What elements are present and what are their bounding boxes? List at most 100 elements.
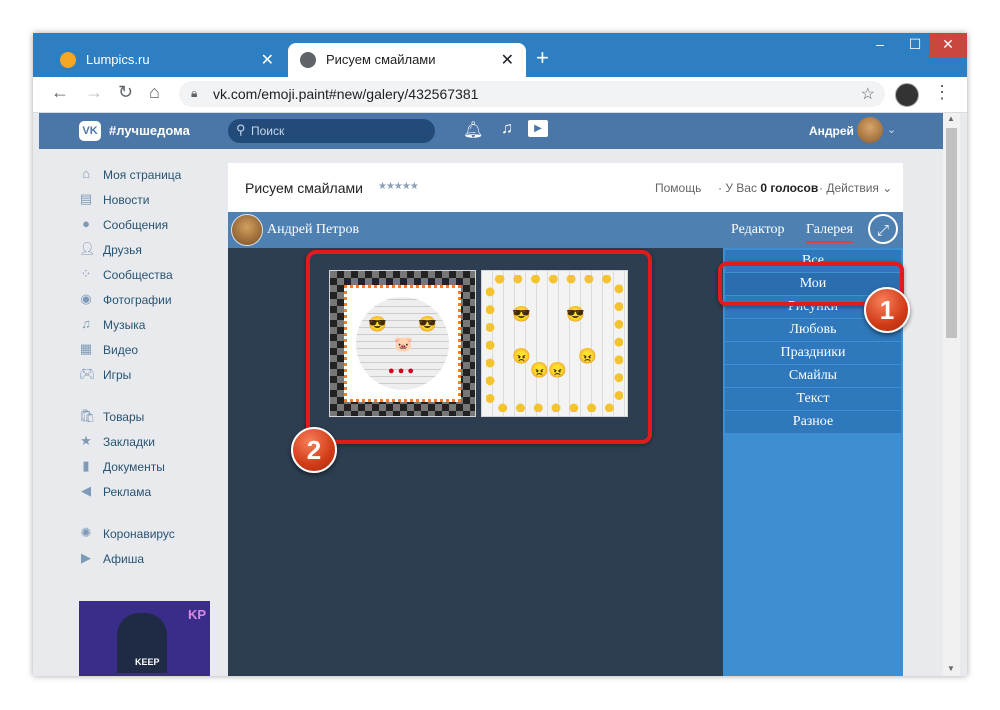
- actions-menu[interactable]: · Действия ⌄: [819, 181, 892, 195]
- search-placeholder: Поиск: [251, 124, 285, 138]
- page-title: Рисуем смайлами: [245, 180, 363, 196]
- maximize-icon[interactable]: ☐: [898, 33, 932, 57]
- sidebar-item-afisha[interactable]: ▶ Афиша: [73, 547, 248, 572]
- sidebar-item-label: Фотографии: [103, 293, 172, 307]
- minimize-icon[interactable]: –: [863, 33, 897, 57]
- vk-hashtag[interactable]: #лучшедома: [109, 123, 190, 138]
- music-icon[interactable]: ♫: [501, 120, 513, 138]
- bell-icon[interactable]: 🔔︎: [463, 120, 483, 140]
- sidebar-divider: [73, 505, 248, 522]
- lock-icon: 🔒︎: [191, 86, 198, 100]
- home-icon[interactable]: ⌂: [149, 82, 160, 103]
- sidebar-item-label: Сообщения: [103, 218, 169, 232]
- back-icon[interactable]: ←: [51, 82, 69, 103]
- tab-gallery[interactable]: Галерея: [806, 222, 853, 243]
- sidebar-item-label: Закладки: [103, 435, 155, 449]
- sidebar-item-goods[interactable]: 🛍︎ Товары: [73, 405, 248, 430]
- orange-favicon-icon: [60, 52, 76, 68]
- sidebar-item-bookmarks[interactable]: ★ Закладки: [73, 430, 248, 455]
- rating-stars-icon: ★★★★★: [378, 181, 419, 192]
- sidebar-item-label: Новости: [103, 193, 150, 207]
- sidebar-item-games[interactable]: 🎮︎Игры6: [73, 363, 248, 388]
- sidebar-item-coronavirus[interactable]: ✺ Коронавирус: [73, 522, 248, 547]
- bag-icon: 🛍︎: [79, 408, 96, 423]
- sidebar-divider: [73, 388, 248, 405]
- globe-icon: [300, 52, 316, 68]
- promo-logo-text: KP: [187, 607, 206, 622]
- app-header: Андрей Петров Редактор Галерея ⤢: [228, 212, 903, 248]
- video-icon: ▦: [79, 341, 93, 356]
- play-icon[interactable]: ▶: [528, 120, 548, 137]
- address-bar[interactable]: 🔒︎ vk.com/emoji.paint#new/galery/4325673…: [179, 81, 885, 107]
- sidebar-item-label: Афиша: [103, 552, 145, 566]
- news-icon: ▤: [79, 191, 93, 206]
- author-name[interactable]: Андрей Петров: [267, 222, 359, 238]
- messages-icon: ●: [82, 216, 90, 231]
- menu-icon[interactable]: ⋮: [933, 82, 951, 103]
- category-smileys[interactable]: Смайлы: [725, 365, 901, 388]
- sidebar-item-ads[interactable]: ◀ Реклама: [73, 480, 248, 505]
- vk-search-input[interactable]: ⚲ Поиск: [228, 119, 435, 143]
- vk-logo[interactable]: VK: [79, 121, 101, 141]
- scroll-down-icon[interactable]: ▼: [947, 664, 955, 673]
- home-icon: ⌂: [82, 166, 90, 181]
- forward-icon[interactable]: →: [85, 82, 103, 103]
- promo-banner[interactable]: KP KEEP: [79, 601, 210, 676]
- bookmark-star-icon[interactable]: ☆: [861, 84, 875, 104]
- tab-lumpics[interactable]: Lumpics.ru ✕: [48, 43, 286, 77]
- votes-prefix: У Вас: [725, 181, 757, 195]
- sidebar-item-documents[interactable]: ▮ Документы: [73, 455, 248, 480]
- tab-emoji-paint[interactable]: Рисуем смайлами ✕: [288, 43, 526, 77]
- votes-status: · У Вас 0 голосов: [718, 181, 819, 195]
- category-misc[interactable]: Разное: [725, 411, 901, 434]
- category-text[interactable]: Текст: [725, 388, 901, 411]
- tab-strip: Lumpics.ru ✕ Рисуем смайлами ✕ + – ☐ ✕: [33, 33, 967, 77]
- actions-label: Действия: [826, 181, 879, 195]
- avatar[interactable]: [857, 117, 883, 143]
- votes-value: 0 голосов: [760, 181, 819, 195]
- vk-sidebar: ⌂Моя страница ▤Новости ●Сообщения2 👤︎Дру…: [73, 163, 248, 572]
- reload-icon[interactable]: ↻: [118, 82, 133, 103]
- page-scrollbar[interactable]: ▲ ▼: [943, 113, 960, 676]
- profile-avatar[interactable]: [895, 83, 919, 107]
- tab-editor[interactable]: Редактор: [731, 222, 785, 238]
- friends-icon: 👤︎: [79, 241, 96, 256]
- fullscreen-icon[interactable]: ⤢: [868, 214, 898, 244]
- scrollbar-thumb[interactable]: [946, 128, 957, 338]
- sidebar-item-label: Товары: [103, 410, 145, 424]
- sidebar-item-label: Документы: [103, 460, 165, 474]
- sidebar-item-messages[interactable]: ●Сообщения2: [73, 213, 248, 238]
- sidebar-item-news[interactable]: ▤ Новости: [73, 188, 248, 213]
- step-badge-2: 2: [291, 427, 337, 473]
- sidebar-item-friends[interactable]: 👤︎Друзья5: [73, 238, 248, 263]
- sidebar-item-video[interactable]: ▦ Видео: [73, 338, 248, 363]
- vk-user-name[interactable]: Андрей: [809, 124, 854, 138]
- tab-title: Рисуем смайлами: [326, 52, 436, 67]
- help-link[interactable]: Помощь: [655, 181, 701, 195]
- sidebar-item-label: Музыка: [103, 318, 146, 332]
- sidebar-item-photos[interactable]: ◉ Фотографии: [73, 288, 248, 313]
- sidebar-item-label: Моя страница: [103, 168, 182, 182]
- sidebar-item-communities[interactable]: ⁘ Сообщества: [73, 263, 248, 288]
- sidebar-item-label: Реклама: [103, 485, 152, 499]
- url-text: vk.com/emoji.paint#new/galery/432567381: [213, 86, 479, 102]
- sidebar-item-music[interactable]: ♫ Музыка: [73, 313, 248, 338]
- star-icon: ★: [80, 433, 92, 448]
- chevron-down-icon[interactable]: ⌄: [887, 123, 896, 136]
- sidebar-item-label: Коронавирус: [103, 527, 175, 541]
- close-tab-icon[interactable]: ✕: [261, 50, 274, 70]
- new-tab-icon[interactable]: +: [536, 45, 549, 71]
- avatar[interactable]: [231, 214, 263, 246]
- play-icon: ▶: [81, 550, 91, 565]
- search-icon: ⚲: [236, 122, 246, 137]
- sidebar-item-label: Игры: [103, 368, 132, 382]
- scroll-up-icon[interactable]: ▲: [947, 114, 955, 123]
- communities-icon: ⁘: [80, 266, 92, 281]
- browser-toolbar: ← → ↻ ⌂ 🔒︎ vk.com/emoji.paint#new/galery…: [33, 77, 967, 113]
- category-holidays[interactable]: Праздники: [725, 342, 901, 365]
- virus-icon: ✺: [80, 525, 92, 540]
- step-badge-1: 1: [864, 287, 910, 333]
- sidebar-item-my-page[interactable]: ⌂ Моя страница: [73, 163, 248, 188]
- close-tab-icon[interactable]: ✕: [501, 50, 514, 70]
- close-window-icon[interactable]: ✕: [929, 33, 967, 57]
